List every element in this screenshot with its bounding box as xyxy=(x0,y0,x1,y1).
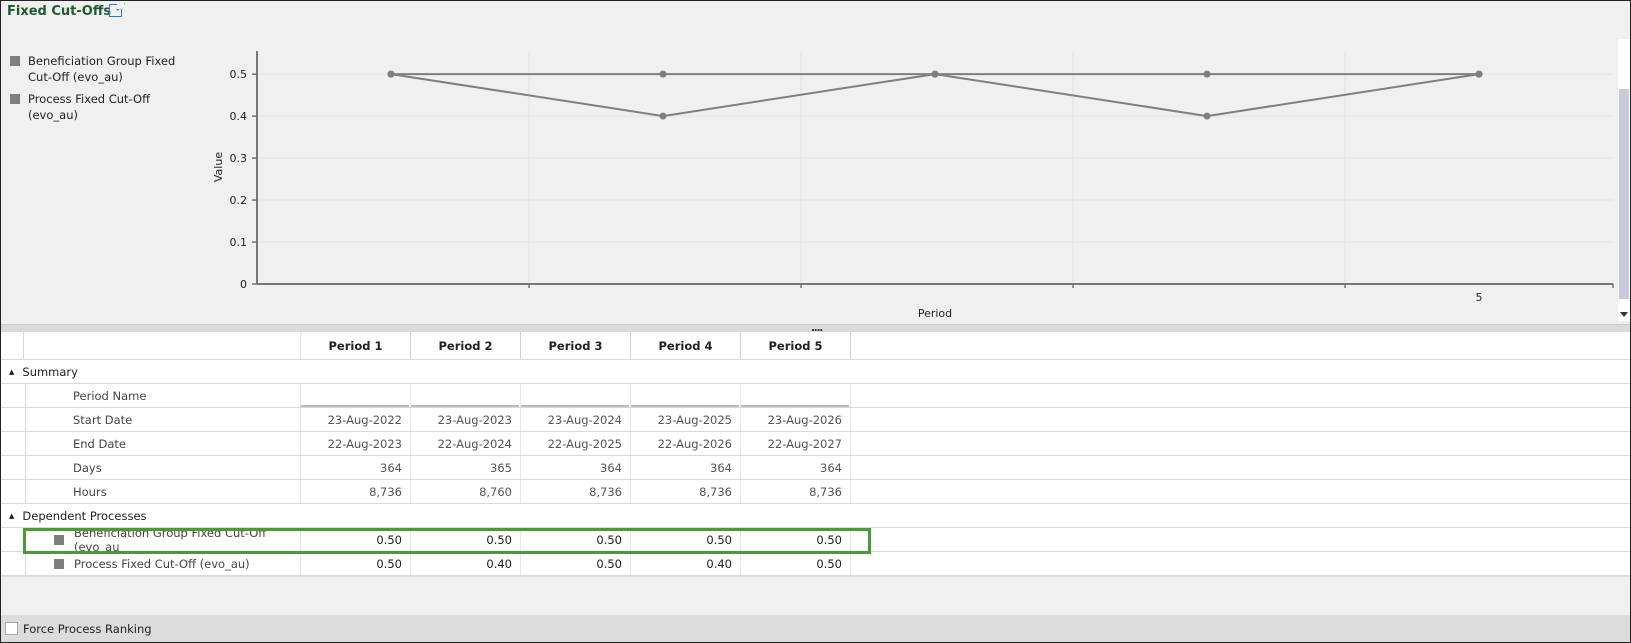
collapse-icon[interactable]: ▲ xyxy=(9,368,14,376)
period-name-cell[interactable] xyxy=(521,384,631,407)
value-cell: 8,736 xyxy=(741,480,851,503)
value-cell: 23-Aug-2024 xyxy=(521,408,631,431)
group-dependent-processes[interactable]: ▲ Dependent Processes xyxy=(1,504,1630,528)
period-name-cell[interactable] xyxy=(301,384,411,407)
scroll-down-icon[interactable] xyxy=(1620,312,1628,317)
data-point xyxy=(931,70,939,78)
value-cell: 0.40 xyxy=(411,552,521,575)
value-cell: 22-Aug-2027 xyxy=(741,432,851,455)
row-label: Hours xyxy=(73,484,107,499)
y-tick-label: 0.3 xyxy=(230,152,248,165)
value-cell: 364 xyxy=(741,456,851,479)
period-name-cell[interactable] xyxy=(631,384,741,407)
line-chart: 0 0.1 0.2 0.3 0.4 0.5 5 Period Value xyxy=(212,51,1614,320)
value-cell: 8,736 xyxy=(631,480,741,503)
force-ranking-label: Force Process Ranking xyxy=(23,621,152,636)
value-cell: 0.40 xyxy=(631,552,741,575)
fixed-cutoffs-panel: Fixed Cut-Offs Beneficiation Group Fixed… xyxy=(0,0,1631,643)
period-name-cell[interactable] xyxy=(741,384,851,407)
y-tick-label: 0.5 xyxy=(230,68,248,81)
value-cell: 23-Aug-2022 xyxy=(301,408,411,431)
value-cell: 364 xyxy=(631,456,741,479)
value-cell: 8,760 xyxy=(411,480,521,503)
value-cell: 22-Aug-2026 xyxy=(631,432,741,455)
value-cell: 22-Aug-2025 xyxy=(521,432,631,455)
row-label: Days xyxy=(73,460,102,475)
y-tick-label: 0.2 xyxy=(230,194,248,207)
column-header[interactable]: Period 4 xyxy=(631,332,741,359)
table-row[interactable]: Process Fixed Cut-Off (evo_au) 0.50 0.40 0.… xyxy=(1,552,1630,576)
value-cell: 0.50 xyxy=(301,528,411,551)
value-cell: 23-Aug-2026 xyxy=(741,408,851,431)
table-row[interactable]: End Date 22-Aug-2023 22-Aug-2024 22-Aug-202… xyxy=(1,432,1630,456)
value-cell: 0.50 xyxy=(521,552,631,575)
table-row[interactable]: Beneficiation Group Fixed Cut-Off (evo_a… xyxy=(1,525,1630,554)
table-row[interactable]: Days 364 365 364 364 364 xyxy=(1,456,1630,480)
x-axis-title: Period xyxy=(918,307,952,320)
y-tick-label: 0.4 xyxy=(230,110,248,123)
value-cell: 0.50 xyxy=(301,552,411,575)
data-point xyxy=(659,112,667,120)
value-cell: 364 xyxy=(301,456,411,479)
value-cell: 0.50 xyxy=(741,552,851,575)
value-cell: 0.50 xyxy=(411,528,521,551)
group-label: Summary xyxy=(22,364,78,379)
row-label: Process Fixed Cut-Off (evo_au) xyxy=(74,556,250,571)
force-ranking-checkbox[interactable] xyxy=(5,622,18,635)
value-cell: 364 xyxy=(521,456,631,479)
splitter-handle[interactable]: .... xyxy=(1,323,1630,334)
value-cell: 23-Aug-2023 xyxy=(411,408,521,431)
row-label: End Date xyxy=(73,436,126,451)
data-point xyxy=(1203,70,1211,78)
column-header[interactable]: Period 2 xyxy=(411,332,521,359)
series-swatch xyxy=(54,534,64,545)
value-cell: 0.50 xyxy=(521,528,631,551)
data-point xyxy=(1203,112,1211,120)
row-label: Beneficiation Group Fixed Cut-Off (evo_a… xyxy=(74,525,267,554)
scrollbar-thumb[interactable] xyxy=(1619,89,1629,299)
value-cell: 365 xyxy=(411,456,521,479)
grid-header-row: Period 1 Period 2 Period 3 Period 4 Peri… xyxy=(1,332,1630,360)
data-point xyxy=(1475,70,1483,78)
series-swatch xyxy=(54,558,64,569)
series-line-2 xyxy=(390,73,1480,118)
y-axis-title: Value xyxy=(212,152,225,182)
column-header[interactable]: Period 5 xyxy=(741,332,851,359)
data-point xyxy=(659,70,667,78)
group-label: Dependent Processes xyxy=(22,508,147,523)
table-row[interactable]: Period Name xyxy=(1,384,1630,408)
group-summary[interactable]: ▲ Summary xyxy=(1,360,1630,384)
table-row[interactable]: Hours 8,736 8,760 8,736 8,736 8,736 xyxy=(1,480,1630,504)
collapse-icon[interactable]: ▲ xyxy=(9,512,14,520)
table-row[interactable]: Start Date 23-Aug-2022 23-Aug-2023 23-Aug-2… xyxy=(1,408,1630,432)
value-cell: 23-Aug-2025 xyxy=(631,408,741,431)
value-cell: 22-Aug-2023 xyxy=(301,432,411,455)
y-tick-label: 0.1 xyxy=(230,236,248,249)
value-cell: 0.50 xyxy=(741,528,851,551)
row-label: Period Name xyxy=(73,388,147,403)
period-name-cell[interactable] xyxy=(411,384,521,407)
column-header[interactable]: Period 1 xyxy=(301,332,411,359)
value-cell: 22-Aug-2024 xyxy=(411,432,521,455)
column-header[interactable]: Period 3 xyxy=(521,332,631,359)
period-grid: Period 1 Period 2 Period 3 Period 4 Peri… xyxy=(1,332,1630,577)
value-cell: 0.50 xyxy=(631,528,741,551)
row-label: Start Date xyxy=(73,412,133,427)
data-point xyxy=(387,70,395,78)
x-tick-label: 5 xyxy=(1476,291,1483,304)
y-tick-label: 0 xyxy=(240,278,247,291)
chart-scrollbar[interactable] xyxy=(1618,39,1630,321)
value-cell: 8,736 xyxy=(521,480,631,503)
footer-bar: Force Process Ranking xyxy=(1,615,1630,642)
value-cell: 8,736 xyxy=(301,480,411,503)
